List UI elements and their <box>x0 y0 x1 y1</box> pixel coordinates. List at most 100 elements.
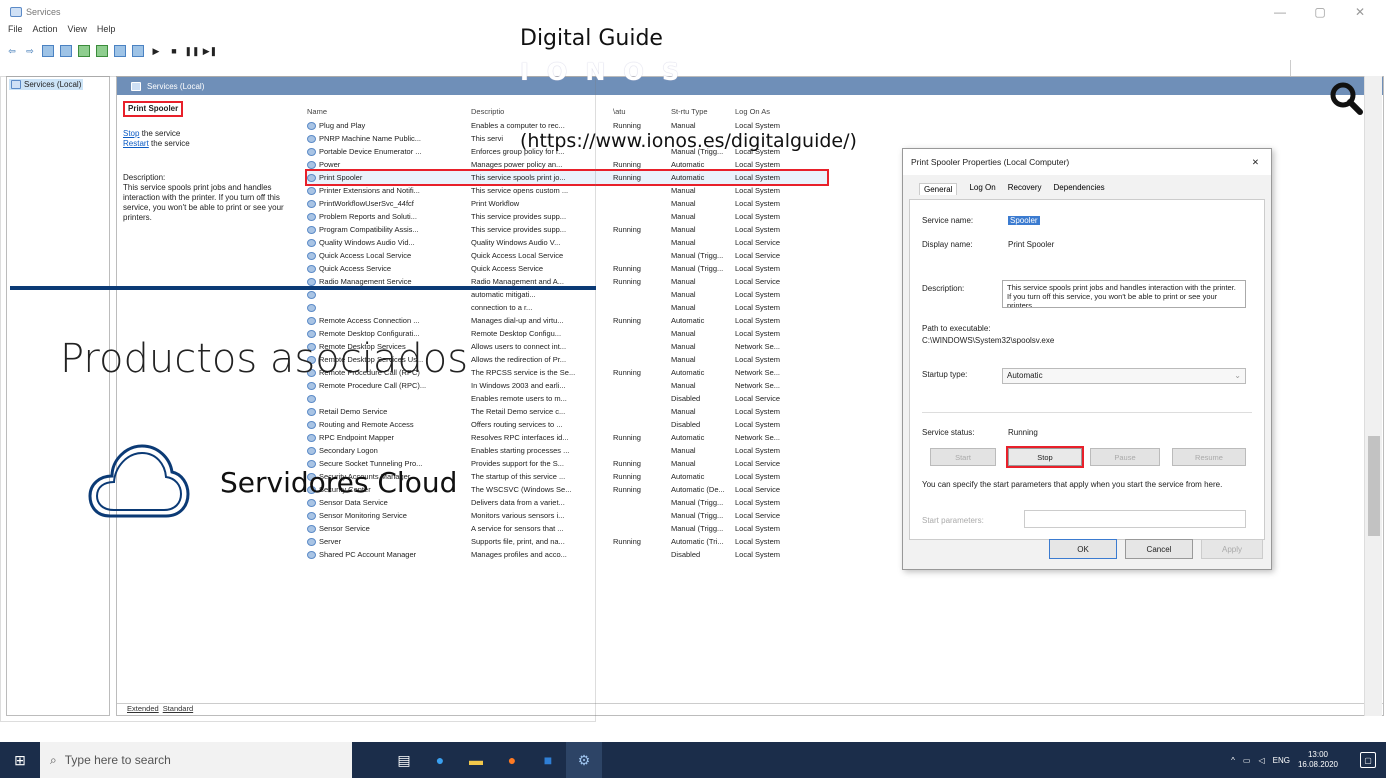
service-name-value[interactable]: Spooler <box>1008 216 1040 225</box>
menu-view[interactable]: View <box>68 24 87 40</box>
tab-general[interactable]: General <box>919 183 958 195</box>
services-taskbar-icon[interactable]: ⚙ <box>566 742 602 778</box>
stop-service-link[interactable]: Stop <box>123 129 139 138</box>
dialog-close-icon[interactable]: ✕ <box>1252 157 1259 168</box>
cell-log-on-as: Local System <box>735 186 781 195</box>
table-row[interactable]: Shared PC Account Manager Manages profile… <box>307 548 827 561</box>
properties-icon[interactable] <box>60 45 72 57</box>
tab-extended[interactable]: Extended <box>127 704 159 715</box>
dialog-title: Print Spooler Properties (Local Computer… <box>911 157 1070 167</box>
table-row[interactable]: Routing and Remote Access Offers routing … <box>307 418 827 431</box>
table-row-selected[interactable]: Print Spooler This service spools print j… <box>305 169 829 186</box>
start-params-input[interactable] <box>1024 510 1246 528</box>
notification-icon[interactable]: ▢ <box>1360 752 1376 768</box>
menu-action[interactable]: Action <box>33 24 58 40</box>
cell-description: The Retail Demo service c... <box>471 407 566 416</box>
service-name-text: Radio Management Service <box>319 277 412 286</box>
table-row[interactable]: Secondary Logon Enables starting processe… <box>307 444 827 457</box>
menu-file[interactable]: File <box>8 24 23 40</box>
windows-start-icon[interactable]: ⊞ <box>0 742 40 778</box>
menu-help[interactable]: Help <box>97 24 116 40</box>
table-row[interactable]: Remote Access Connection ... Manages dial… <box>307 314 827 327</box>
vertical-scrollbar[interactable] <box>1364 76 1382 716</box>
table-row[interactable]: Retail Demo Service The Retail Demo servi… <box>307 405 827 418</box>
network-icon[interactable]: ▭ <box>1243 756 1251 765</box>
show-hide-tree-icon[interactable] <box>42 45 54 57</box>
tree-item-services-local[interactable]: Services (Local) <box>9 79 84 90</box>
minimize-button[interactable]: — <box>1260 0 1300 24</box>
column-header-log-on-as[interactable]: Log On As <box>735 107 805 116</box>
overlay-title: Digital Guide <box>520 26 663 51</box>
cell-log-on-as: Local System <box>735 524 781 533</box>
column-header-startup-type[interactable]: St-rtu Type <box>671 107 735 116</box>
table-row[interactable]: Problem Reports and Soluti... This servic… <box>307 210 827 223</box>
table-row[interactable]: Printer Extensions and Notifi... This ser… <box>307 184 827 197</box>
cell-log-on-as: Local Service <box>735 511 781 520</box>
table-row[interactable]: Server Supports file, print, and na... Run… <box>307 535 827 548</box>
stop-icon[interactable]: ■ <box>168 45 180 57</box>
search-icon[interactable] <box>1326 78 1366 118</box>
taskbar-search[interactable]: ⌕ Type here to search <box>40 742 352 778</box>
cell-log-on-as: Local Service <box>735 277 781 286</box>
table-row[interactable]: Quick Access Local Service Quick Access L… <box>307 249 827 262</box>
resume-button[interactable]: Resume <box>1172 448 1246 466</box>
cell-status: Running <box>613 277 641 286</box>
close-button[interactable]: ✕ <box>1340 0 1380 24</box>
cell-description: Manages power policy an... <box>471 160 563 169</box>
show-action-pane-icon[interactable] <box>132 45 144 57</box>
table-row[interactable]: RPC Endpoint Mapper Resolves RPC interfac… <box>307 431 827 444</box>
column-header-description[interactable]: Descriptio <box>471 107 613 116</box>
forward-arrow-icon[interactable]: ⇨ <box>24 45 36 57</box>
file-explorer-icon[interactable]: ▬ <box>458 742 494 778</box>
maximize-button[interactable]: ▢ <box>1300 0 1340 24</box>
chevron-up-icon[interactable]: ^ <box>1231 756 1235 765</box>
help-icon[interactable] <box>114 45 126 57</box>
column-header-status[interactable]: \atu <box>613 107 671 116</box>
table-row[interactable]: Program Compatibility Assis... This servi… <box>307 223 827 236</box>
refresh-icon[interactable] <box>78 45 90 57</box>
cell-startup-type: Automatic (Tri... <box>671 537 724 546</box>
apply-button[interactable]: Apply <box>1201 539 1263 559</box>
tab-dependencies[interactable]: Dependencies <box>1054 183 1105 195</box>
scrollbar-thumb[interactable] <box>1368 436 1380 536</box>
table-row[interactable]: Power Manages power policy an... Running Au… <box>307 158 827 171</box>
cell-description: The WSCSVC (Windows Se... <box>471 485 572 494</box>
table-row[interactable]: Quality Windows Audio Vid... Quality Wind… <box>307 236 827 249</box>
service-gear-icon <box>307 134 316 143</box>
tab-log-on[interactable]: Log On <box>969 183 995 195</box>
export-list-icon[interactable] <box>96 45 108 57</box>
ok-button[interactable]: OK <box>1049 539 1117 559</box>
column-header-name[interactable]: Name <box>307 107 471 116</box>
edge-browser-icon[interactable]: ● <box>422 742 458 778</box>
outlook-icon[interactable]: ■ <box>530 742 566 778</box>
tab-recovery[interactable]: Recovery <box>1008 183 1042 195</box>
service-gear-icon <box>307 264 316 273</box>
clock[interactable]: 13:00 16.08.2020 <box>1298 750 1338 770</box>
window-title: Services <box>26 7 61 17</box>
task-view-icon[interactable]: ▤ <box>386 742 422 778</box>
firefox-icon[interactable]: ● <box>494 742 530 778</box>
pause-icon[interactable]: ❚❚ <box>184 45 199 57</box>
table-row[interactable]: Enables remote users to m... Disabled Loca… <box>307 392 827 405</box>
cancel-button[interactable]: Cancel <box>1125 539 1193 559</box>
tab-standard[interactable]: Standard <box>163 704 193 715</box>
table-row[interactable]: connection to a r... Manual Local System <box>307 301 827 314</box>
cell-log-on-as: Local Service <box>735 251 781 260</box>
overlay-cloud-label[interactable]: Servidores Cloud <box>220 466 457 499</box>
start-button[interactable]: Start <box>930 448 996 466</box>
table-row[interactable]: Quick Access Service Quick Access Service… <box>307 262 827 275</box>
restart-service-link[interactable]: Restart <box>123 139 149 148</box>
table-row[interactable]: Sensor Service A service for sensors that… <box>307 522 827 535</box>
back-arrow-icon[interactable]: ⇦ <box>6 45 18 57</box>
language-indicator[interactable]: ENG <box>1273 756 1290 765</box>
pause-button[interactable]: Pause <box>1090 448 1160 466</box>
dialog-description-box[interactable]: This service spools print jobs and handl… <box>1002 280 1246 308</box>
table-row[interactable]: PrintWorkflowUserSvc_44fcf Print Workflow… <box>307 197 827 210</box>
volume-icon[interactable]: ◁ <box>1258 756 1264 765</box>
startup-type-select[interactable]: Automatic ⌄ <box>1002 368 1246 384</box>
stop-button[interactable]: Stop <box>1006 446 1084 468</box>
restart-icon[interactable]: ▶❚ <box>203 45 217 57</box>
table-row[interactable]: Sensor Monitoring Service Monitors variou… <box>307 509 827 522</box>
cell-description: Enables starting processes ... <box>471 446 570 455</box>
play-icon[interactable]: ▶ <box>150 45 162 57</box>
